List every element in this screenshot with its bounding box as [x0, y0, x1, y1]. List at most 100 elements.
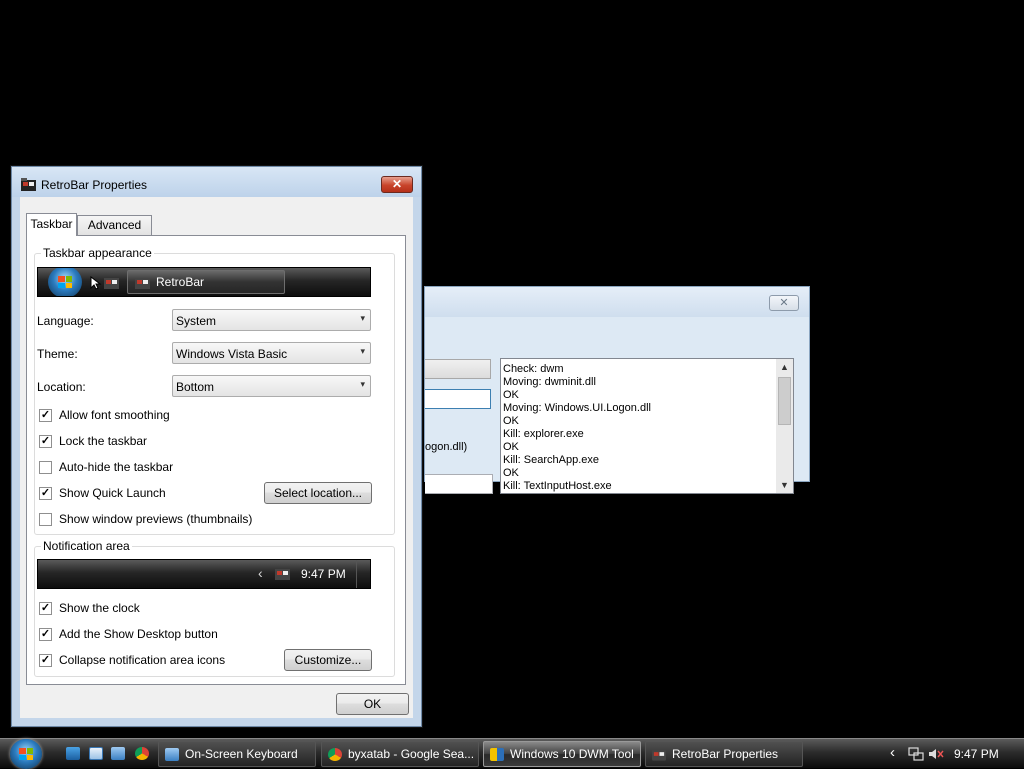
chevron-down-icon: ▾ [360, 346, 365, 356]
windows-logo-icon [19, 748, 33, 760]
preview-clock: 9:47 PM [301, 567, 346, 581]
notification-area-legend: Notification area [41, 539, 132, 553]
show-desktop-divider [356, 560, 357, 588]
dwm-tool-input-fragment[interactable] [425, 474, 493, 494]
location-dropdown[interactable]: Bottom ▾ [172, 375, 371, 397]
checkbox-label: Auto-hide the taskbar [59, 460, 174, 474]
notification-tray: ‹ 9:47 PM [884, 739, 1024, 769]
taskbar-button-label: On-Screen Keyboard [185, 747, 298, 761]
language-dropdown[interactable]: System ▾ [172, 309, 371, 331]
theme-value: Windows Vista Basic [176, 347, 288, 361]
notification-area-group: Notification area ‹ 9:47 PM ✓ Show the c… [34, 539, 395, 677]
theme-dropdown[interactable]: Windows Vista Basic ▾ [172, 342, 371, 364]
log-line: Moving: dwminit.dll [503, 376, 596, 388]
taskbar-button-label: byxatab - Google Sea... [348, 747, 475, 761]
checkbox-label: Show Quick Launch [59, 486, 166, 500]
show-quick-launch-checkbox[interactable]: ✓ Show Quick Launch [39, 486, 166, 500]
retrobar-tray-icon [275, 569, 290, 580]
log-line: OK [503, 415, 519, 427]
quick-launch-keyboard-icon[interactable] [111, 747, 125, 760]
dialog-title: RetroBar Properties [41, 178, 148, 192]
taskbar-clock[interactable]: 9:47 PM [954, 747, 999, 761]
checkbox-box[interactable] [39, 460, 52, 474]
log-line: OK [503, 467, 519, 479]
chevron-down-icon: ▾ [360, 379, 365, 389]
dwm-tool-icon [490, 748, 504, 761]
preview-task-button: RetroBar [127, 270, 285, 294]
checkbox-box[interactable]: ✓ [39, 601, 52, 615]
checkbox-box[interactable]: ✓ [39, 627, 52, 641]
checkbox-box[interactable]: ✓ [39, 653, 52, 667]
ok-button[interactable]: OK [336, 693, 409, 715]
checkbox-label: Allow font smoothing [59, 408, 170, 422]
dwm-tool-close-button[interactable]: ✕ [769, 295, 799, 311]
quick-launch-chrome-icon[interactable] [135, 747, 149, 760]
lock-taskbar-checkbox[interactable]: ✓ Lock the taskbar [39, 434, 147, 448]
log-line: Kill: TextInputHost.exe [503, 480, 612, 492]
volume-muted-icon[interactable] [928, 747, 944, 761]
chrome-icon [328, 748, 342, 761]
show-clock-checkbox[interactable]: ✓ Show the clock [39, 601, 140, 615]
network-icon[interactable] [908, 747, 924, 761]
customize-button[interactable]: Customize... [284, 649, 372, 671]
checkbox-label: Collapse notification area icons [59, 653, 226, 667]
taskbar-button-retrobar-properties[interactable]: RetroBar Properties [645, 741, 803, 767]
dwm-tool-selected-field-fragment[interactable] [425, 389, 491, 409]
dwm-tool-text-fragment: ogon.dll) [425, 441, 468, 453]
mouse-cursor-icon [90, 276, 102, 290]
dwm-tool-window: ✕ ogon.dll) Check: dwm Moving: dwminit.d… [424, 286, 810, 494]
auto-hide-taskbar-checkbox[interactable]: Auto-hide the taskbar [39, 460, 173, 474]
log-line: OK [503, 389, 519, 401]
retrobar-icon [652, 750, 666, 761]
quick-launch-explorer-icon[interactable] [66, 747, 80, 760]
taskbar-button-dwm-tool[interactable]: Windows 10 DWM Tool [483, 741, 641, 767]
log-line: Moving: Windows.UI.Logon.dll [503, 402, 651, 414]
retrobar-app-icon [21, 178, 36, 191]
language-value: System [176, 314, 217, 328]
dwm-tool-titlebar[interactable]: ✕ [425, 287, 809, 317]
checkbox-box[interactable] [39, 512, 52, 526]
allow-font-smoothing-checkbox[interactable]: ✓ Allow font smoothing [39, 408, 170, 422]
scroll-up-arrow-icon[interactable]: ▲ [776, 359, 793, 375]
log-line: Check: dwm [503, 363, 564, 375]
log-line: Kill: explorer.exe [503, 428, 584, 440]
scroll-thumb[interactable] [778, 377, 791, 425]
select-location-button[interactable]: Select location... [264, 482, 372, 504]
log-line: OK [503, 441, 519, 453]
taskbar-button-on-screen-keyboard[interactable]: On-Screen Keyboard [158, 741, 316, 767]
start-button[interactable] [10, 739, 42, 769]
taskbar-button-chrome[interactable]: byxatab - Google Sea... [321, 741, 479, 767]
checkbox-box[interactable]: ✓ [39, 486, 52, 500]
taskbar-tab-panel: Taskbar appearance RetroBar Language: Sy… [26, 235, 406, 685]
tab-taskbar[interactable]: Taskbar [26, 213, 77, 236]
checkbox-label: Show window previews (thumbnails) [59, 512, 253, 526]
language-label: Language: [37, 314, 94, 328]
windows-flag-icon [58, 276, 72, 288]
tray-chevron-icon: ‹ [258, 565, 263, 581]
dialog-close-button[interactable]: ✕ [381, 176, 413, 193]
log-line: Kill: SearchApp.exe [503, 454, 599, 466]
tab-advanced[interactable]: Advanced [77, 215, 152, 236]
checkbox-box[interactable]: ✓ [39, 408, 52, 422]
dwm-tool-client: ogon.dll) Check: dwm Moving: dwminit.dll… [425, 317, 809, 494]
taskbar-button-label: Windows 10 DWM Tool [510, 747, 634, 761]
show-desktop-button-checkbox[interactable]: ✓ Add the Show Desktop button [39, 627, 218, 641]
taskbar-button-label: RetroBar Properties [672, 747, 779, 761]
taskbar: On-Screen Keyboard byxatab - Google Sea.… [0, 738, 1024, 769]
dwm-tool-button-fragment[interactable] [425, 359, 491, 379]
tray-expand-chevron-icon[interactable]: ‹ [890, 744, 895, 761]
taskbar-preview: RetroBar [37, 267, 371, 297]
dialog-body: Taskbar Advanced Taskbar appearance Retr… [20, 197, 413, 718]
show-window-previews-checkbox[interactable]: Show window previews (thumbnails) [39, 512, 252, 526]
log-scrollbar[interactable]: ▲ ▼ [776, 359, 793, 493]
scroll-down-arrow-icon[interactable]: ▼ [776, 477, 793, 493]
quick-launch-show-desktop-icon[interactable] [89, 747, 103, 760]
theme-label: Theme: [37, 347, 78, 361]
quick-launch-retrobar-icon [104, 278, 119, 289]
start-orb-icon [48, 268, 82, 296]
log-listbox[interactable]: Check: dwm Moving: dwminit.dll OK Moving… [500, 358, 794, 494]
dialog-titlebar[interactable]: RetroBar Properties ✕ [12, 167, 421, 197]
collapse-tray-icons-checkbox[interactable]: ✓ Collapse notification area icons [39, 653, 225, 667]
checkbox-box[interactable]: ✓ [39, 434, 52, 448]
retrobar-properties-dialog: RetroBar Properties ✕ Taskbar Advanced T… [11, 166, 422, 727]
